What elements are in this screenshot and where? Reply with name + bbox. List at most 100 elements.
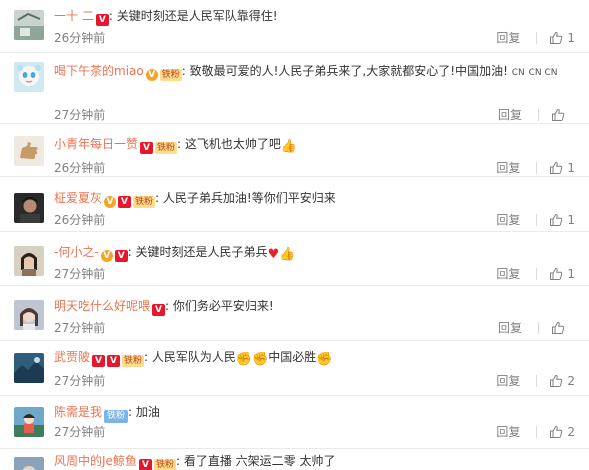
comment-actions: 回复 1 (496, 266, 575, 282)
like-count: 1 (567, 31, 575, 45)
comment-content: -何小之- V V: 关键时刻还是人民子弟兵♥👍 (54, 245, 296, 262)
member-badge: 铁粉 (155, 142, 178, 154)
comment-time: 27分钟前 (54, 374, 106, 388)
thumbs-up-outline-icon (550, 32, 563, 44)
comment-actions: 回复 (498, 320, 575, 336)
comment-meta: 27分钟前 回复 (54, 107, 583, 123)
divider (538, 322, 539, 334)
comment-item: 柾爱夏灰 V V 铁粉: 人民子弟兵加油!等你们平安归来 26分钟前 回复 1 (0, 177, 589, 232)
salute-emoji-icon: ✊ (252, 352, 269, 367)
reply-button[interactable]: 回复 (496, 30, 520, 46)
avatar[interactable] (14, 300, 44, 330)
comment-text: 加油 (135, 405, 160, 419)
cn-tag: CN CN (528, 68, 558, 78)
divider (536, 32, 538, 44)
vip-icon: V (152, 304, 166, 316)
comment-meta: 27分钟前 回复 (54, 320, 583, 336)
comment-item: 小青年每日一赞 V 铁粉: 这飞机也太帅了吧👍 26分钟前 回复 1 (0, 124, 589, 177)
reply-button[interactable]: 回复 (496, 160, 520, 176)
like-button[interactable]: 2 (549, 424, 575, 440)
comment-text: 人民子弟兵加油!等你们平安归来 (162, 191, 336, 205)
username-link[interactable]: 风周中的Je鲸鱼 (54, 454, 137, 468)
avatar[interactable] (14, 407, 44, 437)
username-link[interactable]: 一十 二 (54, 9, 94, 23)
avatar[interactable] (14, 136, 44, 166)
divider (536, 375, 538, 387)
comment-item: 武贾陂 V V 铁粉: 人民军队为人民✊✊中国必胜✊ 27分钟前 回复 2 (0, 341, 589, 396)
comment-content: 柾爱夏灰 V V 铁粉: 人民子弟兵加油!等你们平安归来 (54, 191, 336, 208)
vip-icon: V (138, 459, 152, 470)
comment-time: 27分钟前 (54, 108, 106, 122)
username-link[interactable]: -何小之- (54, 245, 99, 259)
avatar[interactable] (14, 193, 44, 223)
vip-icon: V (107, 355, 121, 367)
username-link[interactable]: 喝下午茶的miao (54, 64, 144, 78)
comment-text: 看了直播 六架运二零 太帅了 (183, 454, 336, 468)
like-button[interactable]: 2 (549, 373, 575, 389)
comment-item: 喝下午茶的miao V 铁粉: 致敬最可爱的人!人民子弟兵来了,大家就都安心了!中国… (0, 53, 589, 124)
avatar[interactable] (14, 246, 44, 276)
comment-actions: 回复 2 (496, 424, 575, 440)
comment-item: 陈需是我 铁粉: 加油 27分钟前 回复 2 (0, 396, 589, 449)
avatar[interactable] (14, 62, 44, 92)
comment-content: 小青年每日一赞 V 铁粉: 这飞机也太帅了吧👍 (54, 137, 298, 154)
avatar[interactable] (14, 457, 44, 470)
comment-text: 人民军队为人民 (151, 350, 236, 364)
reply-button[interactable]: 回复 (498, 320, 522, 336)
vip-icon: V (114, 250, 128, 262)
comment-meta: 26分钟前 回复 1 (54, 160, 583, 176)
comment-content: 喝下午茶的miao V 铁粉: 致敬最可爱的人!人民子弟兵来了,大家就都安心了!中国… (54, 64, 558, 81)
vip-icon: V (95, 14, 109, 26)
comment-content: 陈需是我 铁粉: 加油 (54, 405, 160, 423)
username-link[interactable]: 陈需是我 (54, 405, 102, 419)
comment-content: 明天吃什么好呢喂 V: 你们务必平安归来! (54, 299, 274, 316)
reply-button[interactable]: 回复 (496, 424, 520, 440)
username-link[interactable]: 柾爱夏灰 (54, 191, 102, 205)
like-count: 1 (567, 213, 575, 227)
like-button[interactable] (551, 321, 575, 335)
thumbs-up-outline-icon (552, 109, 565, 121)
like-count: 2 (567, 374, 575, 388)
comment-text: 你们务必平安归来! (172, 299, 274, 313)
reply-button[interactable]: 回复 (496, 212, 520, 228)
comment-actions: 回复 1 (496, 212, 575, 228)
divider (536, 268, 538, 280)
member-badge: 铁粉 (153, 459, 176, 470)
thumbs-up-outline-icon (550, 162, 563, 174)
username-link[interactable]: 明天吃什么好呢喂 (54, 299, 150, 313)
like-button[interactable] (551, 108, 575, 122)
username-link[interactable]: 武贾陂 (54, 350, 90, 364)
avatar[interactable] (14, 10, 44, 40)
thumbs-up-outline-icon (550, 375, 563, 387)
comment-actions: 回复 2 (496, 373, 575, 389)
reply-button[interactable]: 回复 (498, 107, 522, 123)
reply-button[interactable]: 回复 (496, 373, 520, 389)
like-count: 1 (567, 161, 575, 175)
vip-icon: V (140, 142, 154, 154)
like-button[interactable]: 1 (549, 30, 575, 46)
divider (536, 426, 538, 438)
fan-badge: 铁粉 (104, 410, 129, 423)
reply-button[interactable]: 回复 (496, 266, 520, 282)
like-button[interactable]: 1 (549, 266, 575, 282)
comment-meta: 26分钟前 回复 1 (54, 30, 583, 46)
thumbs-up-outline-icon (550, 268, 563, 280)
comment-time: 27分钟前 (54, 267, 106, 281)
divider (538, 109, 539, 121)
comment-actions: 回复 1 (496, 30, 575, 46)
avatar[interactable] (14, 353, 44, 383)
verified-icon: V (145, 69, 158, 81)
comment-time: 26分钟前 (54, 31, 106, 45)
like-button[interactable]: 1 (549, 160, 575, 176)
vip-icon: V (118, 196, 132, 208)
thumbs-up-emoji-icon: 👍 (279, 247, 296, 262)
like-button[interactable]: 1 (549, 212, 575, 228)
fist-emoji-icon: ✊ (316, 352, 333, 367)
comment-time: 26分钟前 (54, 213, 106, 227)
divider (536, 162, 538, 174)
username-link[interactable]: 小青年每日一赞 (54, 137, 138, 151)
comment-meta: 27分钟前 回复 2 (54, 373, 583, 389)
like-count: 2 (567, 425, 575, 439)
thumbs-up-emoji-icon: 👍 (280, 139, 298, 154)
heart-emoji-icon: ♥ (267, 247, 280, 262)
